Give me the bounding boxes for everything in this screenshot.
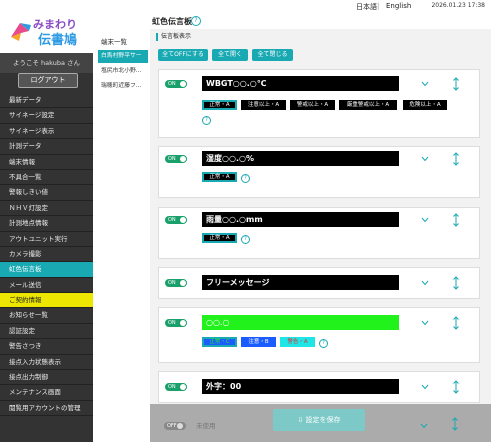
condition-chip[interactable]: 正常・A	[202, 233, 237, 243]
on-off-toggle[interactable]: ON	[165, 80, 187, 88]
message-text[interactable]: 雨量○○.○mm	[202, 212, 399, 227]
chevron-down-icon[interactable]	[420, 422, 428, 430]
sidebar-item-nhv-light[interactable]: ＮＨＶ灯設定	[0, 200, 93, 217]
sidebar-item-out-unit[interactable]: アウトユニット実行	[0, 231, 93, 247]
lang-separator: |	[377, 2, 380, 10]
help-icon[interactable]: ?	[319, 339, 328, 348]
device-item-mizuho[interactable]: 瑞穂町近藤フ…	[98, 80, 148, 93]
condition-chip[interactable]: 厳重警戒以上・A	[339, 100, 397, 110]
reorder-icon[interactable]	[451, 417, 459, 431]
logo[interactable]: みまわり 伝書鳩	[0, 13, 93, 53]
sidebar-menu: 最新データ サイネージ設定 サイネージ表示 計測データ 端末情報 不具合一覧 警…	[0, 93, 93, 417]
reorder-icon[interactable]	[452, 213, 460, 227]
unused-label: 未使用	[196, 422, 216, 430]
sidebar-item-measurement-data[interactable]: 計測データ	[0, 139, 93, 155]
on-off-toggle[interactable]: ON	[165, 319, 187, 327]
help-icon[interactable]: ?	[241, 235, 250, 244]
on-off-toggle[interactable]: ON	[165, 155, 187, 163]
sidebar-item-faults[interactable]: 不具合一覧	[0, 169, 93, 186]
condition-chip[interactable]: 警告・A	[280, 337, 315, 347]
sidebar-item-viewer-accounts[interactable]: 閲覧用アカウントの管理	[0, 400, 93, 417]
chevron-down-icon[interactable]	[421, 319, 429, 327]
reorder-icon[interactable]	[452, 276, 460, 290]
chevron-down-icon[interactable]	[421, 155, 429, 163]
device-item-hakuba[interactable]: 白馬村野平サー	[98, 50, 148, 63]
chevron-down-icon[interactable]	[421, 80, 429, 88]
sidebar-item-maintenance[interactable]: メンテナンス画面	[0, 385, 93, 401]
save-button-label: 設定を保存	[305, 416, 341, 424]
device-item-shiojiri[interactable]: 塩尻市北小野…	[98, 65, 148, 78]
device-list-panel: 端末一覧 白馬村野平サー 塩尻市北小野… 瑞穂町近藤フ…	[93, 13, 151, 442]
message-text[interactable]: 湿度○○.○%	[202, 151, 399, 166]
message-card: ON フリーメッセージ	[158, 267, 480, 299]
save-settings-button[interactable]: ⇩ 設定を保存	[273, 409, 365, 431]
message-card: ON 外字：00	[158, 371, 480, 403]
sidebar-item-notices[interactable]: お知らせ一覧	[0, 308, 93, 324]
sidebar-item-signage-settings[interactable]: サイネージ設定	[0, 108, 93, 124]
all-off-button[interactable]: 全てOFFにする	[158, 49, 208, 61]
sidebar-item-signage-display[interactable]: サイネージ表示	[0, 123, 93, 140]
page-header: 虹色伝言板 ?	[150, 13, 491, 29]
condition-chip[interactable]: 注意・B	[241, 337, 276, 347]
welcome-text: ようこそ hakuba さん	[0, 53, 93, 73]
reorder-icon[interactable]	[452, 380, 460, 394]
help-icon[interactable]: ?	[191, 16, 201, 26]
message-text[interactable]: 外字：00	[202, 379, 399, 394]
page-title: 虹色伝言板	[152, 17, 192, 26]
on-off-toggle[interactable]: OFF	[164, 422, 186, 430]
help-icon[interactable]: ?	[241, 174, 250, 183]
chevron-down-icon[interactable]	[421, 279, 429, 287]
condition-chip[interactable]: 注意以上・A	[241, 100, 286, 110]
sidebar-item-device-info[interactable]: 端末情報	[0, 154, 93, 170]
reorder-icon[interactable]	[452, 77, 460, 91]
pigeon-logo-icon	[11, 23, 31, 41]
message-text[interactable]: フリーメッセージ	[202, 275, 399, 290]
sidebar-item-camera[interactable]: カメラ撮影	[0, 246, 93, 263]
open-all-button[interactable]: 全て開く	[212, 49, 248, 61]
save-bar: OFF 未使用 ⇩ 設定を保存	[150, 404, 491, 442]
sidebar-item-rainbow-board[interactable]: 虹色伝言板	[0, 262, 93, 278]
condition-chip[interactable]: 正常・C	[202, 337, 237, 347]
condition-chip[interactable]: 正常・A	[202, 172, 237, 182]
lang-en-link[interactable]: English	[386, 2, 411, 10]
message-card: ON 雨量○○.○mm 正常・A ?	[158, 207, 480, 259]
save-icon: ⇩	[297, 416, 306, 424]
chevron-down-icon[interactable]	[421, 216, 429, 224]
help-icon[interactable]: ?	[202, 116, 211, 125]
close-all-button[interactable]: 全て閉じる	[252, 49, 293, 61]
message-card: ON 湿度○○.○% 正常・A ?	[158, 146, 480, 198]
top-bar: 日本語 | English 2026.01.23 17:38	[0, 0, 491, 14]
sidebar-item-latest-data[interactable]: 最新データ	[0, 93, 93, 109]
sidebar-item-contact-output[interactable]: 接点出力制御	[0, 370, 93, 386]
sidebar-item-contract[interactable]: ご契約情報	[0, 293, 93, 309]
section-label: 伝言板表示	[156, 33, 191, 41]
condition-chip[interactable]: 正常・A	[202, 100, 237, 110]
on-off-toggle[interactable]: ON	[165, 279, 187, 287]
logo-text-2: 伝書鳩	[38, 33, 78, 48]
reorder-icon[interactable]	[452, 152, 460, 166]
sidebar-item-mail[interactable]: メール送信	[0, 277, 93, 294]
sidebar-item-auth[interactable]: 認証設定	[0, 323, 93, 340]
reorder-icon[interactable]	[452, 316, 460, 330]
sidebar-item-contact-input[interactable]: 接点入力状態表示	[0, 354, 93, 371]
message-list: ON WBGT○○.○℃ 正常・A 注意以上・A 警戒以上・A 厳重警戒以上・A…	[158, 69, 488, 411]
logout-button[interactable]: ログアウト	[18, 73, 78, 88]
chevron-down-icon[interactable]	[421, 383, 429, 391]
message-text[interactable]: ○○.○	[202, 315, 399, 330]
sidebar: みまわり 伝書鳩 ようこそ hakuba さん ログアウト 最新データ サイネー…	[0, 13, 93, 442]
lang-ja-link[interactable]: 日本語	[356, 2, 377, 12]
current-datetime: 2026.01.23 17:38	[431, 2, 485, 9]
message-card: ON ○○.○ 正常・C 注意・B 警告・A ?	[158, 307, 480, 363]
condition-chip[interactable]: 危険以上・A	[403, 100, 447, 110]
message-card: ON WBGT○○.○℃ 正常・A 注意以上・A 警戒以上・A 厳重警戒以上・A…	[158, 69, 480, 138]
on-off-toggle[interactable]: ON	[165, 383, 187, 391]
main-content: 虹色伝言板 ? 伝言板表示 全てOFFにする 全て開く 全て閉じる ON WBG…	[150, 13, 491, 442]
sidebar-item-warning[interactable]: 警告さつき	[0, 339, 93, 355]
device-list-header: 端末一覧	[101, 38, 127, 46]
condition-chip[interactable]: 警戒以上・A	[290, 100, 335, 110]
message-text[interactable]: WBGT○○.○℃	[202, 76, 399, 91]
sidebar-item-alarm-threshold[interactable]: 警報しきい値	[0, 185, 93, 201]
on-off-toggle[interactable]: ON	[165, 216, 187, 224]
sidebar-item-site-info[interactable]: 計測地点情報	[0, 216, 93, 232]
